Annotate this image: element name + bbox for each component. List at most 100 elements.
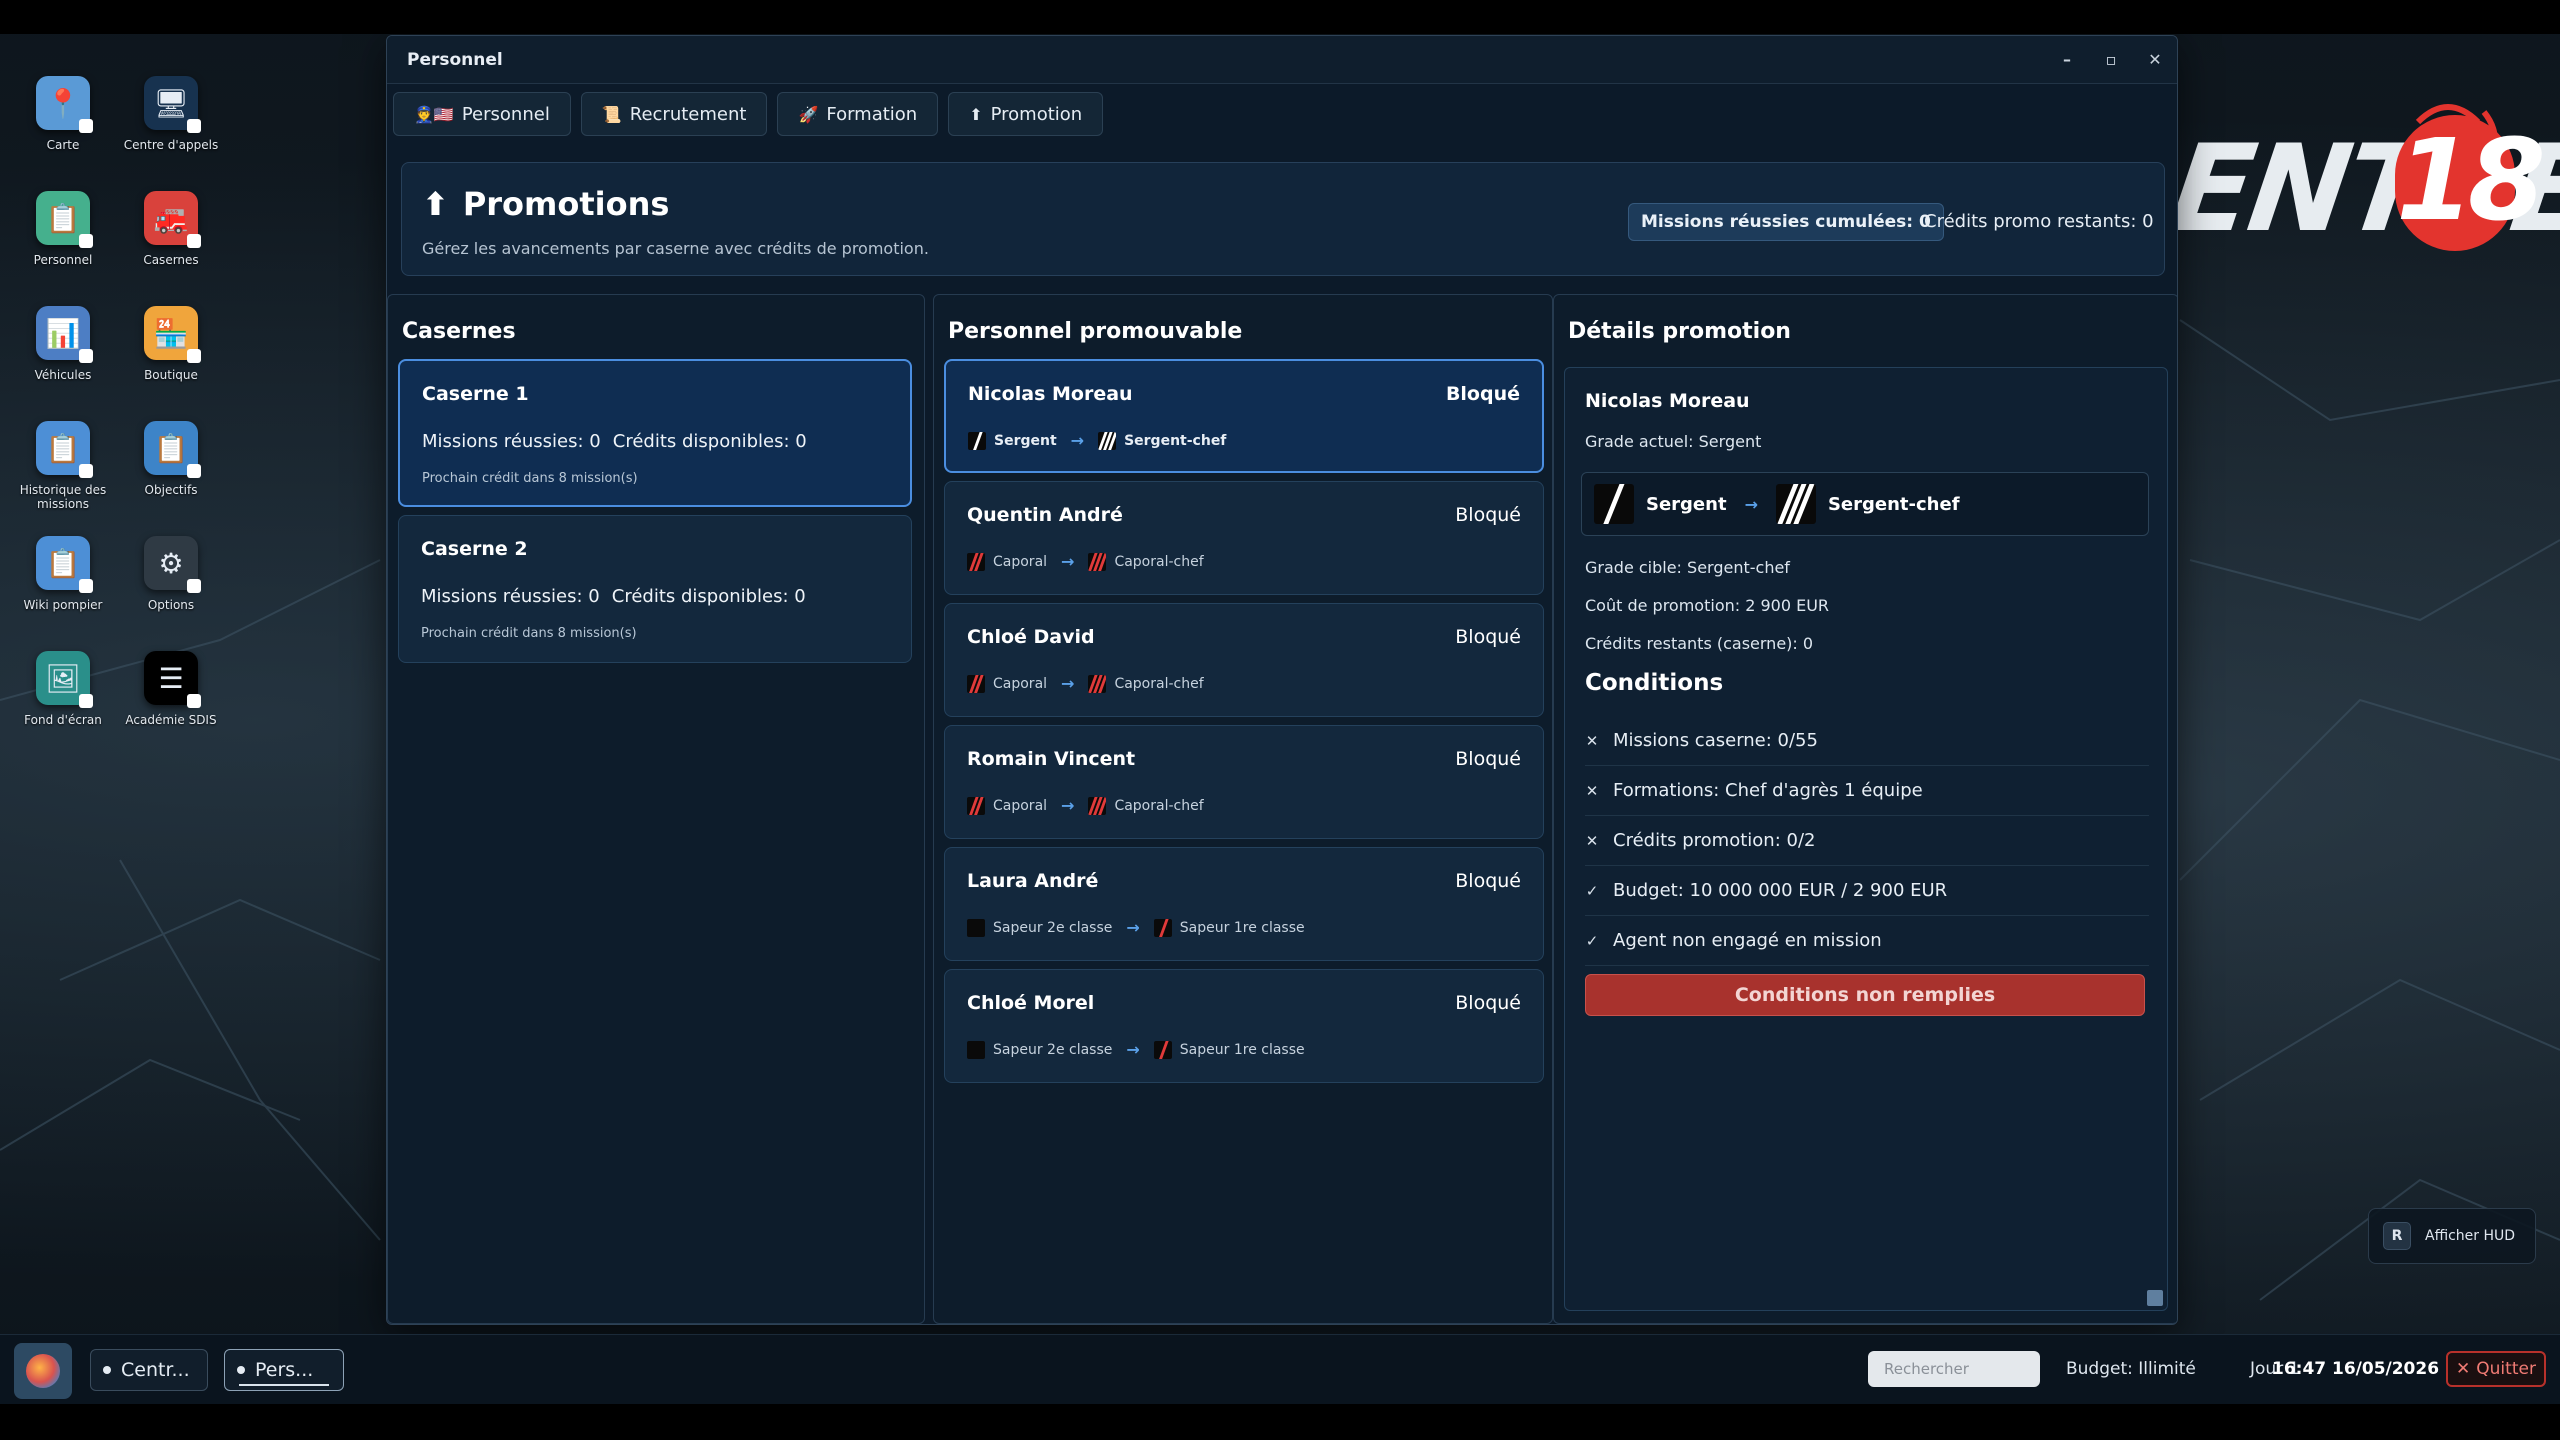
conditions-non-remplies-button[interactable]: Conditions non remplies bbox=[1585, 974, 2145, 1016]
grade-actuel: Grade actuel: Sergent bbox=[1585, 432, 1762, 451]
caserne-next-credit: Prochain crédit dans 8 mission(s) bbox=[421, 626, 637, 641]
maximize-button[interactable]: ▫ bbox=[2089, 36, 2133, 84]
shortcut-badge-icon bbox=[79, 464, 93, 478]
desktop-icon-label: Académie SDIS bbox=[125, 713, 217, 727]
check-icon: ✓ bbox=[1585, 931, 1599, 950]
tab-formation[interactable]: 🚀 Formation bbox=[777, 92, 939, 136]
condition-text: Missions caserne: 0/55 bbox=[1613, 730, 1818, 751]
desktop-icon-objectives[interactable]: 📋 Objectifs bbox=[116, 421, 226, 497]
logo-number: 18 bbox=[2396, 116, 2546, 246]
desktop-icon-call-center[interactable]: 🖥 Centre d'appels bbox=[116, 76, 226, 152]
shortcut-badge-icon bbox=[79, 579, 93, 593]
details-card: Nicolas Moreau Grade actuel: Sergent Ser… bbox=[1564, 367, 2168, 1311]
grade-from: Sapeur 2e classe bbox=[993, 919, 1113, 936]
caserne-credits: Crédits disponibles: 0 bbox=[612, 431, 807, 452]
wiki-icon: 📋 bbox=[36, 536, 93, 593]
sergent-insignia-icon bbox=[968, 431, 986, 450]
start-button[interactable] bbox=[14, 1343, 72, 1399]
top-letterbox bbox=[0, 0, 2560, 34]
desktop-icon-label: Personnel bbox=[33, 253, 93, 267]
wallpaper-icon: 🖼 bbox=[36, 651, 93, 708]
close-icon: ✕ bbox=[2456, 1359, 2471, 1379]
personnel-name: Quentin André bbox=[967, 504, 1123, 526]
desktop-icon-academy[interactable]: ☰ Académie SDIS bbox=[116, 651, 226, 727]
details-name: Nicolas Moreau bbox=[1585, 390, 1750, 412]
minimize-button[interactable]: – bbox=[2045, 36, 2089, 84]
personnel-icon: 📋 bbox=[36, 191, 93, 248]
conditions-title: Conditions bbox=[1585, 670, 1724, 696]
desktop-icon-gear[interactable]: ⚙ Options bbox=[116, 536, 226, 612]
personnel-card[interactable]: Romain Vincent Bloqué Caporal → Caporal-chef bbox=[944, 725, 1544, 839]
check-icon: ✓ bbox=[1585, 881, 1599, 900]
taskbar-item-personnel[interactable]: Pers... bbox=[224, 1349, 344, 1391]
desktop-icon-label: Boutique bbox=[144, 368, 198, 382]
missions-cumulees-badge: Missions réussies cumulées: 0 bbox=[1628, 203, 1944, 241]
desktop-icon-map[interactable]: 📍 Carte bbox=[8, 76, 118, 152]
caserne-card[interactable]: Caserne 2 Missions réussies: 0 Crédits dis… bbox=[398, 515, 912, 663]
caserne-card[interactable]: Caserne 1 Missions réussies: 0 Crédits dis… bbox=[398, 359, 912, 507]
taskbar-item-label: Centr... bbox=[121, 1359, 190, 1381]
desktop-icon-mission-history[interactable]: 📋 Historique des missions bbox=[8, 421, 118, 512]
show-hud-button[interactable]: R Afficher HUD bbox=[2368, 1208, 2536, 1264]
shortcut-badge-icon bbox=[79, 349, 93, 363]
shop-icon: 🏪 bbox=[144, 306, 201, 363]
desktop-icon-wiki[interactable]: 📋 Wiki pompier bbox=[8, 536, 118, 612]
page-subtitle: Gérez les avancements par caserne avec c… bbox=[422, 239, 929, 258]
desktop-icon-wallpaper[interactable]: 🖼 Fond d'écran bbox=[8, 651, 118, 727]
personnel-card[interactable]: Chloé David Bloqué Caporal → Caporal-chef bbox=[944, 603, 1544, 717]
desktop-icon-personnel[interactable]: 📋 Personnel bbox=[8, 191, 118, 267]
shortcut-badge-icon bbox=[79, 694, 93, 708]
window-titlebar[interactable]: Personnel – ▫ ✕ bbox=[387, 36, 2177, 84]
window-title: Personnel bbox=[407, 49, 503, 70]
scroll-icon: 📜 bbox=[601, 104, 622, 124]
personnel-card[interactable]: Laura André Bloqué Sapeur 2e classe → Sapeur… bbox=[944, 847, 1544, 961]
grade-to: Caporal-chef bbox=[1114, 675, 1204, 692]
arrow-right-icon: → bbox=[1061, 552, 1075, 571]
condition-row: ✕ Formations: Chef d'agrès 1 équipe bbox=[1585, 766, 2149, 816]
desktop-icon-vehicles[interactable]: 📊 Véhicules bbox=[8, 306, 118, 382]
start-orb-icon bbox=[26, 1354, 60, 1388]
tab-label: Formation bbox=[826, 103, 918, 125]
desktop-icon-label: Véhicules bbox=[34, 368, 92, 382]
call-center-icon: 🖥 bbox=[144, 76, 201, 133]
fire-station-icon: 🚒 bbox=[144, 191, 201, 248]
arrow-right-icon: → bbox=[1744, 494, 1758, 514]
personnel-name: Chloé David bbox=[967, 626, 1095, 648]
personnel-card[interactable]: Chloé Morel Bloqué Sapeur 2e classe → Sapeur… bbox=[944, 969, 1544, 1083]
quit-button[interactable]: ✕ Quitter bbox=[2446, 1351, 2546, 1387]
desktop-icon-label: Carte bbox=[46, 138, 80, 152]
desktop-icon-label: Wiki pompier bbox=[23, 598, 103, 612]
personnel-window: Personnel – ▫ ✕ 👮🇺🇸 Personnel 📜 Recrutem… bbox=[386, 35, 2178, 1325]
status-badge: Bloqué bbox=[1445, 383, 1520, 405]
grade-to: Sergent-chef bbox=[1827, 493, 1960, 515]
sapeur-1re-insignia-icon bbox=[1153, 1040, 1172, 1059]
shortcut-badge-icon bbox=[187, 234, 201, 248]
taskbar-item-centre[interactable]: Centr... bbox=[90, 1349, 208, 1391]
close-button[interactable]: ✕ bbox=[2133, 36, 2177, 84]
personnel-card[interactable]: Nicolas Moreau Bloqué Sergent → Sergent-chef bbox=[944, 359, 1544, 473]
sergent-chef-insignia-icon bbox=[1775, 484, 1816, 524]
hud-label: Afficher HUD bbox=[2425, 1228, 2516, 1244]
condition-text: Crédits promotion: 0/2 bbox=[1613, 830, 1816, 851]
shortcut-badge-icon bbox=[187, 119, 201, 133]
caserne-credits: Crédits disponibles: 0 bbox=[611, 586, 806, 607]
tab-personnel[interactable]: 👮🇺🇸 Personnel bbox=[393, 92, 571, 136]
tab-promotion[interactable]: ⬆ Promotion bbox=[948, 92, 1104, 136]
resize-handle[interactable] bbox=[2147, 1290, 2163, 1306]
promouvable-panel: Personnel promouvable Nicolas Moreau Bloq… bbox=[933, 294, 1553, 1324]
details-title: Détails promotion bbox=[1568, 319, 1791, 344]
running-dot-icon bbox=[103, 1366, 111, 1374]
condition-row: ✓ Budget: 10 000 000 EUR / 2 900 EUR bbox=[1585, 866, 2149, 916]
caporal-chef-insignia-icon bbox=[1088, 674, 1107, 693]
grade-to: Sergent-chef bbox=[1124, 432, 1227, 449]
desktop-icon-fire-station[interactable]: 🚒 Casernes bbox=[116, 191, 226, 267]
condition-row: ✓ Agent non engagé en mission bbox=[1585, 916, 2149, 966]
personnel-card[interactable]: Quentin André Bloqué Caporal → Caporal-chef bbox=[944, 481, 1544, 595]
objectives-icon: 📋 bbox=[144, 421, 201, 478]
tab-recrutement[interactable]: 📜 Recrutement bbox=[580, 92, 768, 136]
search-input[interactable] bbox=[1868, 1351, 2040, 1387]
desktop-icon-label: Casernes bbox=[143, 253, 199, 267]
condition-text: Formations: Chef d'agrès 1 équipe bbox=[1613, 780, 1923, 801]
grade-from: Caporal bbox=[993, 675, 1048, 692]
desktop-icon-shop[interactable]: 🏪 Boutique bbox=[116, 306, 226, 382]
